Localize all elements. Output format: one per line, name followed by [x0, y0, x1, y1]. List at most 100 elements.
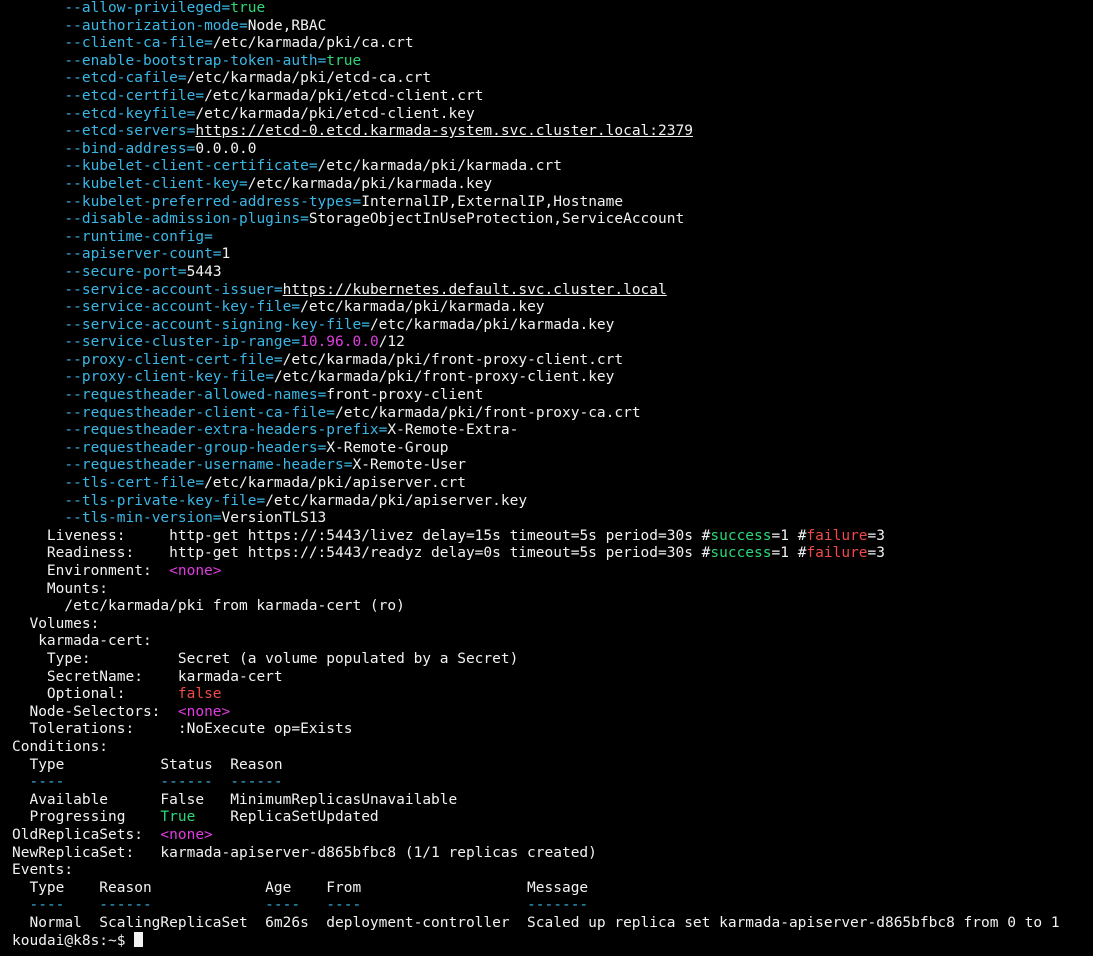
flag-name: --runtime-config [64, 228, 205, 245]
flag-name: --kubelet-client-certificate [64, 158, 309, 175]
flag-value: true [230, 0, 266, 16]
flag-value: true [326, 52, 362, 69]
flag-line: --runtime-config= [12, 229, 1093, 247]
flag-value: 5443 [186, 263, 222, 280]
flag-equals: = [177, 70, 187, 87]
condition-type: Progressing [12, 809, 161, 826]
flag-equals: = [317, 52, 327, 69]
probe-success-word: success [710, 545, 772, 562]
flag-line: --requestheader-allowed-names=front-prox… [12, 387, 1093, 405]
flag-value-url[interactable]: https://etcd-0.etcd.karmada-system.svc.c… [195, 123, 693, 139]
flag-equals: = [273, 281, 283, 298]
probe-label: Liveness: [12, 527, 170, 544]
flag-name: --service-account-key-file [64, 299, 292, 316]
conditions-header: Type Status Reason [12, 756, 283, 773]
condition-row: Progressing True ReplicaSetUpdated [12, 809, 1093, 827]
tolerations-line-value: :NoExecute op=Exists [177, 721, 353, 738]
flag-line: --service-account-signing-key-file=/etc/… [12, 317, 1093, 335]
shell-prompt: koudai@k8s:~$ [12, 933, 135, 950]
flag-name: --service-cluster-ip-range [64, 334, 292, 351]
flag-name: --enable-bootstrap-token-auth [64, 52, 318, 69]
condition-type: Available [12, 791, 161, 808]
old-replica-sets-line-value: <none> [160, 826, 213, 843]
flag-name: --tls-min-version [64, 510, 213, 527]
flag-name: --requestheader-client-ca-file [64, 404, 327, 421]
flag-line: --service-account-issuer=https://kuberne… [12, 282, 1093, 300]
condition-status: False [160, 791, 205, 808]
new-replica-set-line-value: karmada-apiserver-d865bfbc8 (1/1 replica… [160, 844, 597, 861]
flag-name: --proxy-client-key-file [64, 369, 266, 386]
flag-line: --etcd-cafile=/etc/karmada/pki/etcd-ca.c… [12, 70, 1093, 88]
mount-entry: /etc/karmada/pki from karmada-cert (ro) [12, 598, 405, 615]
flag-equals: = [273, 351, 283, 368]
flag-name: --tls-private-key-file [64, 492, 257, 509]
node-selectors-line-value: <none> [177, 703, 231, 720]
flag-name: --allow-privileged [64, 0, 222, 16]
flag-equals: = [265, 369, 274, 386]
volume-secretname-line-value: karmada-cert [177, 668, 283, 685]
flag-value-url[interactable]: https://kubernetes.default.svc.cluster.l… [283, 282, 667, 298]
terminal-window[interactable]: --allow-privileged=true --authorization-… [0, 0, 1093, 956]
mounts-label: Mounts: [12, 580, 109, 597]
flag-name: --etcd-certfile [64, 87, 196, 104]
flag-value: /etc/karmada/pki/front-proxy-client.crt [282, 351, 624, 368]
environment-line-label: Environment: [12, 563, 170, 579]
flag-equals: = [195, 475, 205, 492]
probe-success-word: success [710, 527, 772, 544]
text-cursor[interactable] [134, 932, 144, 948]
separator-dashes: ---- ------ ---- ---- ------- [12, 897, 589, 914]
probe-post: =3 [867, 527, 885, 544]
flag-line: --etcd-certfile=/etc/karmada/pki/etcd-cl… [12, 88, 1093, 106]
volume-optional-line-label: Optional: [12, 686, 178, 703]
flag-equals: = [239, 175, 248, 192]
volume-name: karmada-cert: [12, 633, 152, 650]
flag-line: --requestheader-client-ca-file=/etc/karm… [12, 405, 1093, 423]
flag-line: --disable-admission-plugins=StorageObjec… [12, 211, 1093, 229]
flag-equals: = [204, 35, 213, 52]
events-header: Type Reason Age From Message [12, 879, 589, 896]
flag-equals: = [256, 492, 266, 509]
flag-equals: = [352, 193, 362, 210]
flag-line: --tls-private-key-file=/etc/karmada/pki/… [12, 493, 1093, 511]
volume-type-line: Type: Secret (a volume populated by a Se… [12, 651, 1093, 669]
flag-name: --client-ca-file [64, 35, 205, 52]
flag-name: --tls-cert-file [64, 475, 196, 492]
separator-dashes: ---- ------ ------ [12, 774, 283, 791]
probe-mid: =1 # [771, 527, 807, 544]
flag-line: --requestheader-extra-headers-prefix=X-R… [12, 422, 1093, 440]
event-row: Normal ScalingReplicaSet 6m26s deploymen… [12, 914, 1060, 931]
conditions-label: Conditions: [12, 738, 109, 755]
flag-name: --etcd-cafile [64, 70, 178, 87]
flag-line: --apiserver-count=1 [12, 246, 1093, 264]
flag-name: --authorization-mode [64, 17, 239, 34]
conditions-separator: ---- ------ ------ [12, 774, 1093, 792]
flag-name: --disable-admission-plugins [64, 211, 301, 228]
flag-equals: = [212, 510, 222, 527]
prompt-line: koudai@k8s:~$ [12, 932, 1093, 950]
flag-line: --authorization-mode=Node,RBAC [12, 18, 1093, 36]
flag-line: --allow-privileged=true [12, 0, 1093, 18]
flag-name: --service-account-signing-key-file [64, 316, 362, 333]
condition-gap [204, 792, 230, 808]
flag-value: InternalIP,ExternalIP,Hostname [361, 193, 624, 210]
flag-equals: = [317, 439, 327, 456]
flag-equals: = [195, 87, 205, 104]
flag-name: --requestheader-username-headers [64, 457, 344, 474]
flag-line: --etcd-keyfile=/etc/karmada/pki/etcd-cli… [12, 106, 1093, 124]
flag-name: --etcd-servers [64, 123, 187, 140]
volume-optional-line: Optional: false [12, 686, 1093, 704]
probe-failure-word: failure [806, 527, 868, 544]
